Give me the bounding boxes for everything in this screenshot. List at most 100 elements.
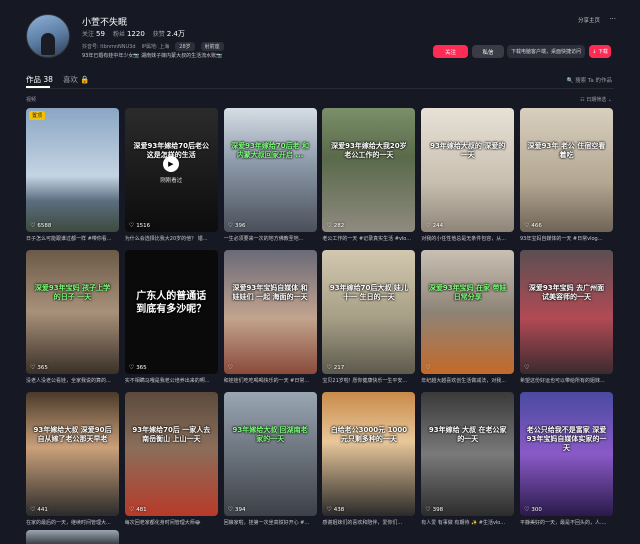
like-count: ♡ 466 bbox=[524, 222, 542, 229]
heart-icon: ♡ bbox=[30, 222, 36, 229]
avatar[interactable] bbox=[26, 14, 70, 58]
follow-stat[interactable]: 关注 59 bbox=[82, 29, 105, 39]
video-caption[interactable]: 没老人没老公看娃，全家我说的算的... bbox=[26, 377, 119, 385]
video-caption[interactable]: 回娘家啦，挂第一次坐高铁好开心 #... bbox=[224, 519, 317, 527]
heart-icon: ♡ bbox=[227, 364, 233, 371]
video-card[interactable]: 93年嫁给大叔 回湖南老家的一天 ♡ 394 回娘家啦，挂第一次坐高铁好开心 #... bbox=[223, 392, 317, 527]
video-overlay-text: 93年嫁给 大叔 在老公家 的一天 bbox=[428, 426, 507, 443]
video-overlay-text: 93年嫁给大叔 回湖南老家的一天 bbox=[232, 426, 308, 443]
video-card[interactable]: 深爱93年嫁给70后老公 这是怎样的生活 ▶ 刚刚看过 ♡ 1516 为什么会选择比我大2… bbox=[124, 108, 218, 243]
video-card[interactable]: 深爱93年宝妈 孩子上学的日子 一天 ♡ 365 没老人没老公看娃，全家我说的算的..… bbox=[26, 250, 119, 385]
video-card[interactable]: 广东人的普通话 到底有多沙呢？ ♡ 365 实不相瞒马哦是我老公培养出来的啊... bbox=[124, 250, 218, 385]
download-client-banner[interactable]: 下载电脑客户端，桌面快捷访问 bbox=[507, 45, 585, 58]
heart-icon: ♡ bbox=[425, 364, 431, 371]
video-caption[interactable]: 宝贝21岁啦! 愿你健康快乐一生平安... bbox=[322, 377, 415, 385]
video-caption[interactable]: 有人爱 有事做 有期待 ✨ #生活vlo... bbox=[421, 519, 514, 527]
video-card[interactable]: 93年嫁给 大叔 在老公家 的一天 ♡ 398 有人爱 有事做 有期待 ✨ #生活vl… bbox=[421, 392, 515, 527]
video-thumbnail[interactable]: 93年嫁给70后大叔 娃儿十一 生日的一天 ♡ 217 bbox=[322, 250, 416, 374]
follow-button[interactable]: 关注 bbox=[433, 45, 468, 58]
like-count: ♡ 481 bbox=[129, 506, 147, 513]
date-filter-dropdown[interactable]: ☷ 日期筛选 ⌄ bbox=[580, 96, 612, 103]
like-count-value: 481 bbox=[136, 506, 147, 513]
tab-works[interactable]: 作品 38 bbox=[26, 74, 53, 85]
heart-icon: ♡ bbox=[425, 506, 431, 513]
like-count-value: 441 bbox=[37, 506, 48, 513]
video-caption[interactable]: 93年宝妈自媒体的一天 #日常vlog... bbox=[520, 235, 613, 243]
like-count-value: 6588 bbox=[37, 222, 52, 229]
tab-likes[interactable]: 喜欢 🔒 bbox=[63, 74, 90, 85]
video-card[interactable]: 置顶 ♡ 6588 日子怎么可能跟谁过都一样 #带你看... bbox=[26, 108, 119, 243]
video-thumbnail[interactable]: 93年嫁给 大叔 在老公家 的一天 ♡ 398 bbox=[421, 392, 515, 516]
ip-location: IP属地: 上海 bbox=[141, 44, 170, 50]
video-thumbnail[interactable]: 深爱93年宝妈 在家 带娃 日常分享 ♡ bbox=[421, 250, 515, 374]
video-card[interactable]: 深爱93年宝妈 在家 带娃 日常分享 ♡ 年纪越大越喜欢创生活做减法，对我... bbox=[421, 250, 515, 385]
like-count-value: 1516 bbox=[136, 222, 151, 229]
heart-icon: ♡ bbox=[30, 364, 36, 371]
message-button[interactable]: 私信 bbox=[472, 45, 504, 58]
video-thumbnail[interactable]: 93年嫁给大叔 深爱90后 自从嫁了老公那天早老 ♡ 441 bbox=[26, 392, 119, 516]
video-card[interactable]: 深爱93年宝妈 去广州面试美容师的一天 ♡ 希望这份好运也可以带给所有的姐妹... bbox=[519, 250, 613, 385]
age-tag: 28岁 bbox=[175, 42, 195, 51]
video-card[interactable]: 93年嫁给70后 一家人去南岳衡山 上山一天 ♡ 481 每次回老家都化身时间管理大师… bbox=[124, 392, 218, 527]
video-caption[interactable]: 年纪越大越喜欢创生活做减法，对我... bbox=[421, 377, 514, 385]
video-card[interactable]: 93年嫁给大叔的 深爱的一天 ♡ 244 对我的小任性他总是无条件包容，从... bbox=[421, 108, 515, 243]
video-card[interactable]: 深爱93年嫁给大我20岁 老公工作的一天 ♡ 282 老公工作的一天 #记录真实生活 … bbox=[322, 108, 416, 243]
like-count-value: 438 bbox=[333, 506, 345, 513]
video-thumbnail[interactable]: 深爱93年 老公 住宿空看着吃 ♡ 466 bbox=[519, 108, 613, 232]
video-card[interactable]: 老公只给我不是富家 深爱93年宝妈自媒体实家的一天 ♡ 300 平静美好的一天，最是不… bbox=[519, 392, 613, 527]
video-caption[interactable]: 希望这份好运也可以带给所有的姐妹... bbox=[520, 377, 613, 385]
video-caption[interactable]: 对我的小任性他总是无条件包容，从... bbox=[421, 235, 514, 243]
more-icon[interactable]: ··· bbox=[609, 15, 616, 23]
video-caption[interactable]: 日子怎么可能跟谁过都一样 #带你看... bbox=[26, 235, 119, 243]
video-thumbnail[interactable]: 老公只给我不是富家 深爱93年宝妈自媒体实家的一天 ♡ 300 bbox=[519, 392, 613, 516]
play-icon[interactable]: ▶ bbox=[162, 156, 179, 172]
video-thumbnail[interactable]: 深爱93年嫁给大我20岁 老公工作的一天 ♡ 282 bbox=[322, 108, 416, 232]
download-button[interactable]: ↓ 下载 bbox=[589, 45, 611, 58]
video-thumbnail[interactable]: 广东人的普通话 到底有多沙呢？ ♡ 365 bbox=[124, 250, 218, 374]
section-label: 视频 bbox=[26, 97, 37, 103]
video-caption[interactable]: 老公工作的一天 #记录真实生活 #vlo... bbox=[322, 235, 415, 243]
like-count-value: 365 bbox=[37, 364, 48, 371]
profile-page: 小萱不失眠 关注 59 粉丝 1220 获赞 2.4万 抖音号: ltbnmnNNU3… bbox=[0, 0, 640, 544]
video-thumbnail[interactable]: 93年嫁给70后 一家人去南岳衡山 上山一天 ♡ 481 bbox=[124, 392, 218, 516]
video-overlay-text: 深爱93年宝妈 孩子上学的日子 一天 bbox=[34, 284, 111, 301]
video-caption[interactable]: 实不相瞒马哦是我老公培养出来的啊... bbox=[125, 377, 218, 385]
like-count-value: 282 bbox=[333, 222, 345, 229]
video-caption[interactable]: 平静美好的一天，最是不回头的，人.... bbox=[520, 519, 613, 527]
heart-icon: ♡ bbox=[326, 222, 332, 229]
video-caption[interactable]: 为什么会选择比我大20岁的他？ 婚... bbox=[125, 235, 218, 243]
account-id: 抖音号: ltbnmnNNU3d bbox=[82, 44, 136, 50]
likes-stat: 获赞 2.4万 bbox=[152, 30, 185, 38]
video-thumbnail[interactable]: 93年嫁给大叔的 深爱的一天 ♡ 244 bbox=[421, 108, 515, 232]
video-card[interactable]: 深爱93年宝妈自媒体 和娃娃们 一起 海面的一天 ♡ 和娃娃们吃吃喝喝快乐的一天 #… bbox=[223, 250, 317, 385]
video-overlay-text: 深爱93年宝妈 去广州面试美容师的一天 bbox=[528, 284, 605, 301]
video-caption[interactable]: 感谢姐妹们的喜欢和陪伴，爱你们... bbox=[322, 519, 415, 527]
video-card[interactable]: 93年嫁给70后大叔 娃儿十一 生日的一天 ♡ 217 宝贝21岁啦! 愿你健康快乐一… bbox=[322, 250, 416, 385]
video-thumbnail[interactable]: 深爱93年嫁给70后老 和内蒙大叔回家开启 ... ♡ 396 bbox=[223, 108, 317, 232]
video-thumbnail[interactable]: 深爱93年宝妈 孩子上学的日子 一天 ♡ 365 bbox=[26, 250, 119, 374]
video-caption[interactable]: 每次回老家都化身时间管理大师😂 bbox=[125, 519, 218, 527]
like-count-value: 217 bbox=[333, 364, 345, 371]
like-count: ♡ bbox=[524, 364, 531, 371]
video-caption[interactable]: 在家的最后的一天，继续时间管理大... bbox=[26, 519, 119, 527]
video-thumbnail[interactable]: 深爱93年嫁给70后老公 这是怎样的生活 ▶ 刚刚看过 ♡ 1516 bbox=[124, 108, 218, 232]
video-card[interactable]: 深爱93年 老公 住宿空看着吃 ♡ 466 93年宝妈自媒体的一天 #日常vlog..… bbox=[519, 108, 613, 243]
search-works-input[interactable]: 🔍 搜索 Ta 的作品 bbox=[567, 76, 612, 84]
video-thumbnail[interactable]: 白给老公3000元 1000元只剩多种的一天 ♡ 438 bbox=[322, 392, 416, 516]
video-card[interactable]: 白给老公3000元 1000元只剩多种的一天 ♡ 438 感谢姐妹们的喜欢和陪伴，爱你… bbox=[322, 392, 416, 527]
video-thumbnail[interactable]: 深爱93年宝妈 去广州面试美容师的一天 ♡ bbox=[519, 250, 613, 374]
video-thumbnail[interactable]: 置顶 ♡ 6588 bbox=[26, 108, 119, 232]
video-caption[interactable]: 和娃娃们吃吃喝喝快乐的一天 #日常... bbox=[224, 377, 317, 385]
video-thumbnail[interactable]: 深爱93年宝妈自媒体 和娃娃们 一起 海面的一天 ♡ bbox=[223, 250, 317, 374]
video-thumbnail[interactable]: 93年嫁给大叔 回湖南老家的一天 ♡ 394 bbox=[223, 392, 317, 516]
heart-icon: ♡ bbox=[128, 506, 135, 513]
next-row-card[interactable] bbox=[26, 530, 119, 544]
like-count: ♡ 217 bbox=[326, 364, 344, 371]
video-overlay-text: 93年嫁给70后大叔 娃儿十一 生日的一天 bbox=[329, 284, 408, 301]
heart-icon: ♡ bbox=[425, 222, 431, 229]
video-caption[interactable]: 一生必须要来一次的地方佛教圣地... bbox=[224, 235, 317, 243]
video-card[interactable]: 93年嫁给大叔 深爱90后 自从嫁了老公那天早老 ♡ 441 在家的最后的一天，继续时… bbox=[26, 392, 119, 527]
fans-stat[interactable]: 粉丝 1220 bbox=[113, 29, 145, 39]
share-profile-link[interactable]: 分享主页 bbox=[578, 16, 600, 24]
video-card[interactable]: 深爱93年嫁给70后老 和内蒙大叔回家开启 ... ♡ 396 一生必须要来一次的地方… bbox=[223, 108, 317, 243]
